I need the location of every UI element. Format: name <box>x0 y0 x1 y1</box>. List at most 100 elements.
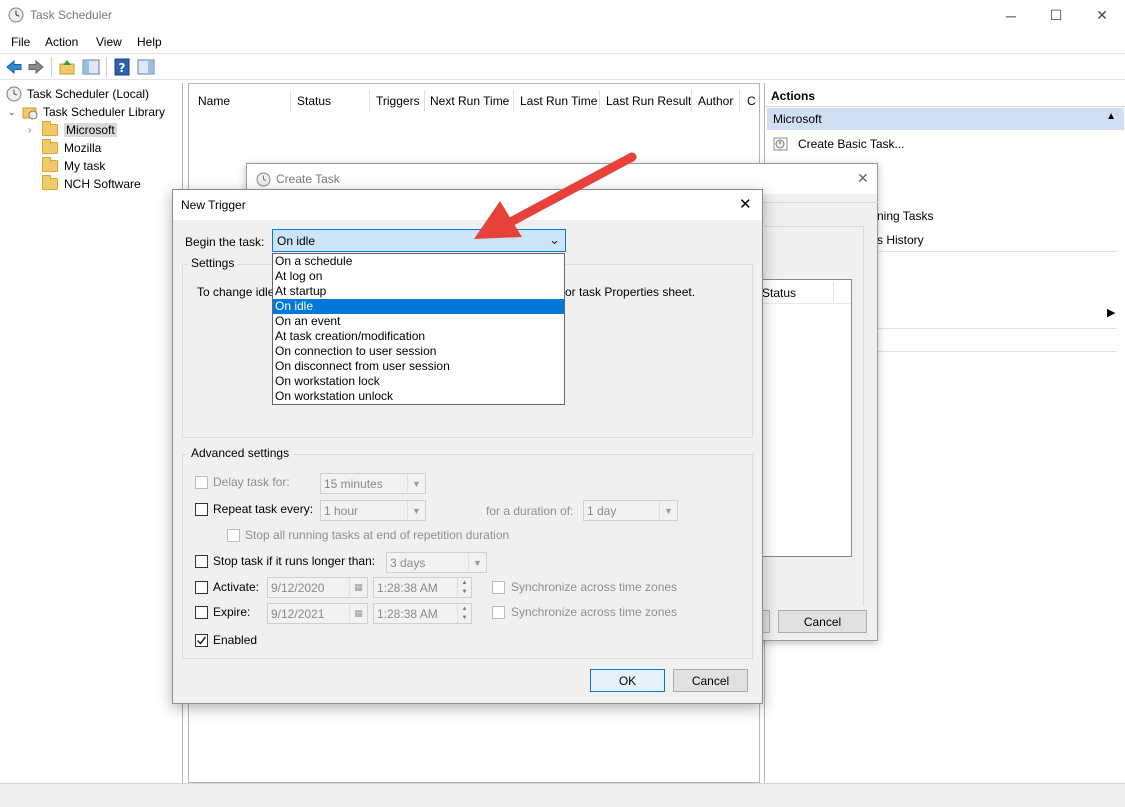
help-icon[interactable]: ? <box>113 58 131 76</box>
tree-item-label: My task <box>64 159 106 173</box>
option-at-startup[interactable]: At startup <box>273 284 564 299</box>
expire-time-picker[interactable]: 1:28:38 AM ▲ ▼ <box>373 603 472 624</box>
menu-action[interactable]: Action <box>45 35 78 49</box>
tree-item-my-task[interactable]: My task <box>42 157 105 175</box>
calendar-icon[interactable]: ▦ <box>349 578 367 597</box>
chevron-down-icon[interactable]: ▼ <box>468 553 486 572</box>
column-header-status[interactable]: Status <box>762 286 796 300</box>
column-separator[interactable] <box>691 90 692 112</box>
delay-task-combobox[interactable]: 15 minutes ▼ <box>320 473 426 494</box>
task-triggers-list[interactable]: Status <box>755 279 852 557</box>
stop-running-tasks-checkbox[interactable] <box>227 529 240 542</box>
expire-date-picker[interactable]: 9/12/2021 ▦ <box>267 603 368 624</box>
option-on-connection[interactable]: On connection to user session <box>273 344 564 359</box>
column-separator[interactable] <box>424 90 425 112</box>
maximize-button[interactable]: ☐ <box>1033 0 1079 31</box>
sync-activate-checkbox[interactable] <box>492 581 505 594</box>
expire-checkbox[interactable] <box>195 606 208 619</box>
action-label: Create Basic Task... <box>798 137 905 151</box>
option-on-workstation-unlock[interactable]: On workstation unlock <box>273 389 564 404</box>
actions-section-microsoft[interactable]: Microsoft ▲ <box>767 108 1124 130</box>
column-header-author[interactable]: Author <box>698 94 733 108</box>
column-header-c[interactable]: C <box>747 94 756 108</box>
section-label: Microsoft <box>773 112 822 126</box>
option-on-disconnect[interactable]: On disconnect from user session <box>273 359 564 374</box>
option-on-an-event[interactable]: On an event <box>273 314 564 329</box>
chevron-down-icon[interactable]: ▼ <box>659 501 677 520</box>
column-separator[interactable] <box>369 90 370 112</box>
repeat-task-checkbox[interactable] <box>195 503 208 516</box>
column-header-last-run-time[interactable]: Last Run Time <box>520 94 597 108</box>
close-icon[interactable]: ✕ <box>857 170 869 187</box>
tree-item-root[interactable]: Task Scheduler (Local) <box>6 85 149 103</box>
settings-group-label: Settings <box>188 256 238 270</box>
option-at-log-on[interactable]: At log on <box>273 269 564 284</box>
minimize-button[interactable]: ─ <box>988 0 1034 31</box>
column-separator[interactable] <box>599 90 600 112</box>
option-on-idle[interactable]: On idle <box>273 299 564 314</box>
create-task-cancel-button[interactable]: Cancel <box>778 610 867 633</box>
column-header-last-run-result[interactable]: Last Run Result <box>606 94 691 108</box>
maximize-icon: ☐ <box>1049 7 1063 23</box>
action-create-basic-task[interactable]: Create Basic Task... <box>773 135 1113 153</box>
stop-task-longer-checkbox[interactable] <box>195 555 208 568</box>
collapse-triangle-icon[interactable]: ▲ <box>1106 111 1116 122</box>
chevron-down-icon[interactable]: ⌄ <box>8 107 22 118</box>
create-basic-task-icon <box>773 137 788 151</box>
settings-text-start: To change idle <box>197 285 275 299</box>
activate-date-picker[interactable]: 9/12/2020 ▦ <box>267 577 368 598</box>
action-history[interactable]: s History <box>877 233 924 247</box>
tree-item-library[interactable]: ⌄ Task Scheduler Library <box>8 103 165 121</box>
column-separator <box>833 282 834 302</box>
menu-file[interactable]: File <box>11 35 30 49</box>
tree-item-mozilla[interactable]: Mozilla <box>42 139 101 157</box>
column-separator[interactable] <box>739 90 740 112</box>
back-arrow-icon[interactable] <box>5 58 23 76</box>
tree-item-nch-software[interactable]: NCH Software <box>42 175 141 193</box>
column-header-status[interactable]: Status <box>297 94 331 108</box>
spin-arrows-icon[interactable]: ▲ ▼ <box>457 578 471 597</box>
show-hide-action-pane-icon[interactable] <box>137 58 155 76</box>
forward-arrow-icon[interactable] <box>27 58 45 76</box>
close-button[interactable]: ✕ <box>1079 0 1125 31</box>
activate-checkbox[interactable] <box>195 581 208 594</box>
ok-button[interactable]: OK <box>590 669 665 692</box>
action-running-tasks[interactable]: ning Tasks <box>877 209 933 223</box>
menu-help[interactable]: Help <box>137 35 162 49</box>
title-bar: Task Scheduler ─ ☐ ✕ <box>0 0 1125 31</box>
header-divider <box>756 303 851 304</box>
chevron-down-icon[interactable]: ▼ <box>407 501 425 520</box>
activate-time-picker[interactable]: 1:28:38 AM ▲ ▼ <box>373 577 472 598</box>
chevron-down-icon[interactable]: ▼ <box>407 474 425 493</box>
sync-expire-checkbox[interactable] <box>492 606 505 619</box>
submenu-arrow-icon[interactable]: ▶ <box>1107 306 1115 319</box>
toolbar-separator <box>106 57 107 77</box>
show-hide-console-tree-icon[interactable] <box>82 58 100 76</box>
cancel-button[interactable]: Cancel <box>673 669 748 692</box>
toolbar: ? <box>0 53 1125 80</box>
option-at-task-creation[interactable]: At task creation/modification <box>273 329 564 344</box>
menu-view[interactable]: View <box>96 35 122 49</box>
close-icon[interactable]: ✕ <box>739 195 752 213</box>
chevron-right-icon[interactable]: › <box>28 125 42 136</box>
duration-combobox[interactable]: 1 day ▼ <box>583 500 678 521</box>
annotation-arrow-icon <box>474 152 637 239</box>
column-separator[interactable] <box>513 90 514 112</box>
option-on-a-schedule[interactable]: On a schedule <box>273 254 564 269</box>
status-bar <box>0 783 1125 807</box>
stop-task-longer-combobox[interactable]: 3 days ▼ <box>386 552 487 573</box>
delay-task-checkbox[interactable] <box>195 476 208 489</box>
delay-task-label: Delay task for: <box>213 475 290 489</box>
tree-item-microsoft[interactable]: › Microsoft <box>28 121 117 139</box>
up-folder-icon[interactable] <box>58 58 76 76</box>
activate-date-value: 9/12/2020 <box>271 580 325 595</box>
column-header-triggers[interactable]: Triggers <box>376 94 420 108</box>
column-separator[interactable] <box>290 90 291 112</box>
spin-arrows-icon[interactable]: ▲ ▼ <box>457 604 471 623</box>
enabled-checkbox[interactable] <box>195 634 208 647</box>
option-on-workstation-lock[interactable]: On workstation lock <box>273 374 564 389</box>
calendar-icon[interactable]: ▦ <box>349 604 367 623</box>
repeat-task-combobox[interactable]: 1 hour ▼ <box>320 500 426 521</box>
column-header-name[interactable]: Name <box>198 94 230 108</box>
column-header-next-run-time[interactable]: Next Run Time <box>430 94 509 108</box>
